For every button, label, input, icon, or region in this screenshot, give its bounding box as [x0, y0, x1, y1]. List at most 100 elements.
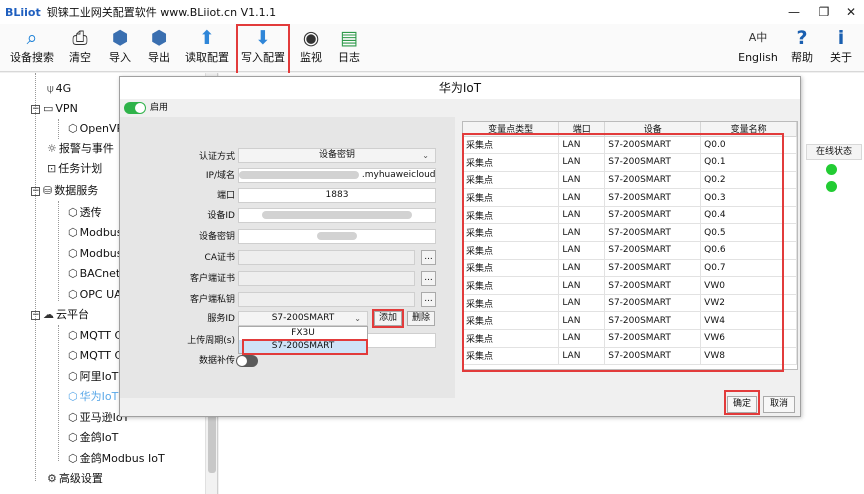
tree-item-advanced[interactable]: ⚙ 高级设置	[47, 469, 103, 489]
scrollbar-thumb[interactable]	[208, 413, 216, 473]
english-button[interactable]: A中 English	[735, 24, 781, 70]
cube-icon: ⬡	[68, 349, 78, 362]
clear-button[interactable]: ⎙ 清空	[63, 24, 97, 70]
tree-item-jinge-modbus[interactable]: ⬡ 金鸽Modbus IoT	[68, 449, 165, 469]
host-field[interactable]: .myhuaweicloud.	[238, 168, 436, 183]
service-id-label: 服务ID	[207, 314, 235, 324]
window-title: 钡铼工业网关配置软件 www.BLiiot.cn V1.1.1	[46, 6, 277, 19]
online-status-dot	[826, 164, 837, 175]
cube-icon: ⬡	[68, 452, 78, 465]
cube-icon: ⬡	[68, 411, 78, 424]
tree-item-openvpn[interactable]: ⬡ OpenVP	[68, 119, 123, 139]
delete-service-button[interactable]: 删除	[407, 311, 435, 326]
printer-icon: ⎙	[72, 27, 88, 49]
search-icon: ⌕	[26, 27, 38, 49]
alarm-icon: ☼	[47, 142, 57, 155]
tree-item-mqtt-1[interactable]: ⬡ MQTT C	[68, 326, 122, 346]
online-status-header: 在线状态	[806, 144, 862, 160]
close-button[interactable]: ✕	[838, 2, 864, 22]
help-button[interactable]: ? 帮助	[787, 24, 817, 70]
tree-item-modbus-1[interactable]: ⬡ Modbus	[68, 223, 123, 243]
tree-item-alarm[interactable]: ☼ 报警与事件	[47, 139, 114, 159]
ok-button-highlight	[724, 390, 760, 415]
upload-arrow-icon: ⬆	[199, 27, 215, 49]
data-resend-label: 数据补传	[198, 356, 235, 366]
cancel-button[interactable]: 取消	[763, 396, 795, 413]
device-secret-field[interactable]	[238, 229, 436, 244]
cube-icon: ⬡	[68, 226, 78, 239]
cube-icon: ⬡	[68, 390, 78, 403]
vpn-icon: ▭	[43, 102, 54, 115]
tree-item-passthrough[interactable]: ⬡ 透传	[68, 203, 102, 223]
tree-item-modbus-2[interactable]: ⬡ Modbus	[68, 244, 123, 264]
tree-item-huawei[interactable]: ⬡ 华为IoT	[68, 387, 118, 407]
antenna-icon: ⍦	[47, 82, 54, 95]
ca-cert-field[interactable]	[238, 250, 415, 265]
device-id-field[interactable]	[238, 208, 436, 223]
database-icon: ⛁	[43, 184, 53, 197]
read-config-button[interactable]: ⬆ 读取配置	[181, 24, 233, 70]
service-id-select[interactable]: S7-200SMART ⌄	[238, 311, 368, 326]
tree-item-aliyun[interactable]: ⬡ 阿里IoT	[68, 367, 118, 387]
cloud-icon: ☁	[43, 308, 54, 321]
client-cert-label: 客户端证书	[189, 274, 235, 284]
enable-label: 启用	[150, 103, 169, 113]
collapse-toggle[interactable]: −	[31, 186, 40, 196]
tree-item-opcua[interactable]: ⬡ OPC UA	[68, 285, 122, 305]
tree-item-jinge[interactable]: ⬡ 金鸽IoT	[68, 428, 118, 448]
cube-icon: ⬡	[68, 370, 78, 383]
cube-icon: ⬡	[68, 247, 78, 260]
about-button[interactable]: i 关于	[826, 24, 856, 70]
tree-item-cloud[interactable]: − ☁ 云平台	[31, 305, 89, 325]
ca-cert-label: CA证书	[204, 253, 235, 263]
add-button-highlight	[372, 309, 404, 328]
tree-item-data-service[interactable]: − ⛁ 数据服务	[31, 181, 98, 201]
dropdown-highlight	[242, 339, 368, 355]
document-icon: ▤	[340, 27, 358, 49]
minimize-button[interactable]: —	[781, 2, 807, 22]
export-button[interactable]: ⬢ 导出	[142, 24, 176, 70]
info-icon: i	[837, 27, 845, 49]
ca-cert-browse-button[interactable]: ...	[421, 250, 436, 265]
log-button[interactable]: ▤ 日志	[332, 24, 366, 70]
enable-toggle[interactable]	[124, 102, 146, 114]
client-key-label: 客户端私钥	[189, 295, 235, 305]
cube-in-icon: ⬢	[111, 27, 129, 49]
restore-button[interactable]: ❐	[811, 2, 837, 22]
collapse-toggle[interactable]: −	[31, 310, 40, 320]
client-cert-browse-button[interactable]: ...	[421, 271, 436, 286]
tree-item-bacnet[interactable]: ⬡ BACnet/	[68, 264, 124, 284]
data-resend-toggle[interactable]	[236, 355, 258, 367]
monitor-button[interactable]: ◉ 监视	[294, 24, 328, 70]
device-search-button[interactable]: ⌕ 设备搜索	[4, 24, 60, 70]
tree-item-task[interactable]: ⊡ 任务计划	[47, 159, 102, 179]
client-key-field[interactable]	[238, 292, 415, 307]
toolbar: ⌕ 设备搜索 ⎙ 清空 ⬢ 导入 ⬢ 导出 ⬆ 读取配置 ⬇ 写入配置 ◉ 监视…	[0, 24, 864, 72]
port-field[interactable]: 1883	[238, 188, 436, 203]
cube-icon: ⬡	[68, 288, 78, 301]
chevron-down-icon: ⌄	[354, 314, 361, 323]
help-icon: ?	[796, 27, 808, 49]
tree-item-vpn[interactable]: − ▭ VPN	[31, 99, 78, 119]
online-status-dot	[826, 181, 837, 192]
dialog-title: 华为IoT	[120, 77, 800, 99]
tree-item-4g[interactable]: ⍦ 4G	[47, 79, 71, 99]
upload-period-label: 上传周期(s)	[187, 336, 235, 346]
cube-icon: ⬡	[68, 122, 78, 135]
device-secret-label: 设备密钥	[198, 232, 235, 242]
cube-icon: ⬡	[68, 206, 78, 219]
collapse-toggle[interactable]: −	[31, 104, 40, 114]
client-key-browse-button[interactable]: ...	[421, 292, 436, 307]
tree-item-mqtt-2[interactable]: ⬡ MQTT C	[68, 346, 122, 366]
title-bar: BLiiot 钡铼工业网关配置软件 www.BLiiot.cn V1.1.1 —…	[0, 0, 864, 24]
gear-icon: ⚙	[47, 472, 57, 485]
chevron-down-icon: ⌄	[422, 151, 429, 160]
auth-select[interactable]: 设备密钥 ⌄	[238, 148, 436, 163]
table-highlight	[462, 133, 784, 372]
cube-icon: ⬡	[68, 329, 78, 342]
import-button[interactable]: ⬢ 导入	[103, 24, 137, 70]
write-config-highlight	[236, 24, 290, 79]
client-cert-field[interactable]	[238, 271, 415, 286]
auth-label: 认证方式	[198, 152, 235, 162]
eye-icon: ◉	[302, 27, 320, 49]
